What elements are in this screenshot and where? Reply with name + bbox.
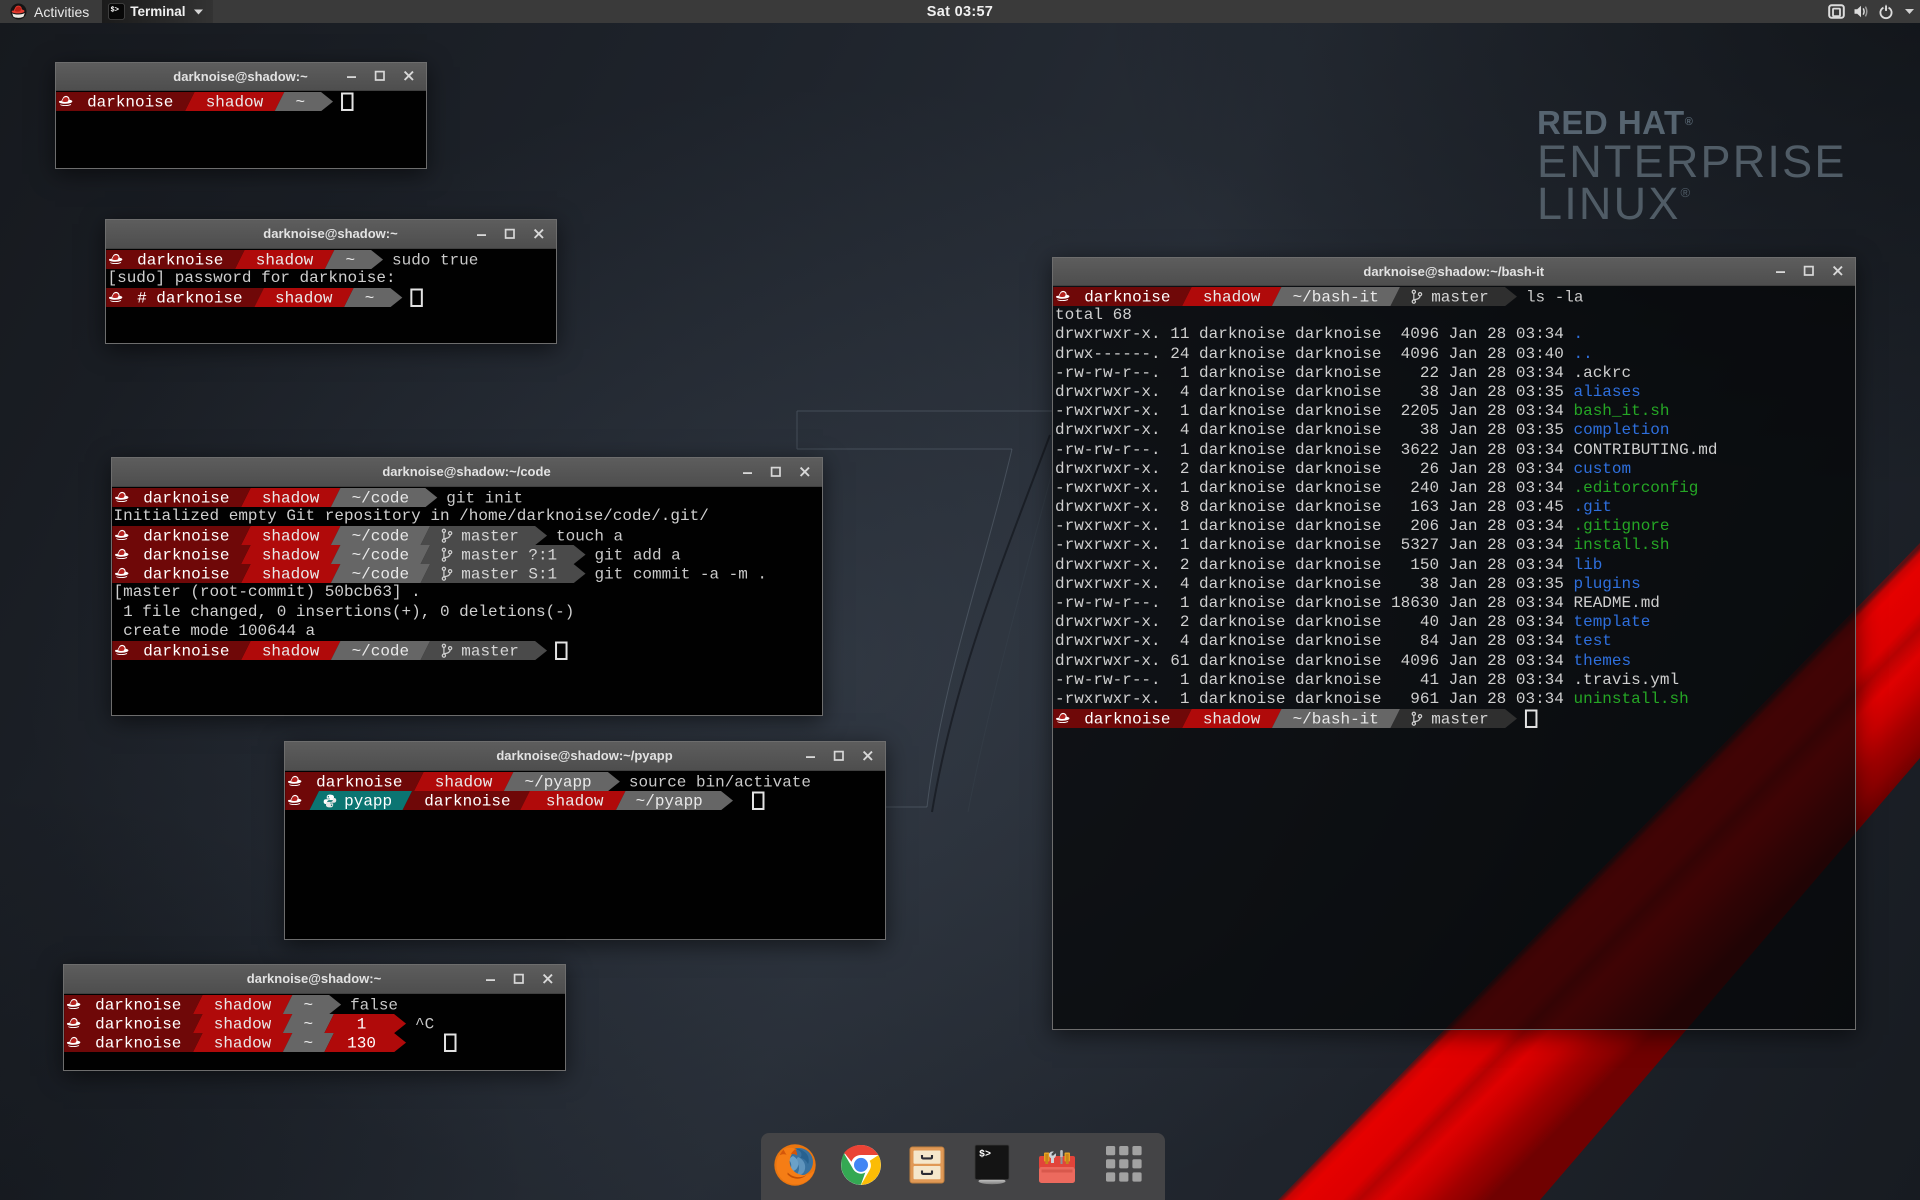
svg-text:shadow: shadow xyxy=(1203,288,1261,306)
svg-text:~/code: ~/code xyxy=(351,546,409,564)
svg-text:darknoise: darknoise xyxy=(143,566,229,584)
svg-text:~/code: ~/code xyxy=(351,642,409,660)
svg-text:~/bash-it: ~/bash-it xyxy=(1293,288,1379,306)
svg-text:shadow: shadow xyxy=(545,792,603,810)
svg-text:~: ~ xyxy=(364,289,374,307)
svg-text:~: ~ xyxy=(303,1034,313,1052)
svg-text:darknoise: darknoise xyxy=(143,527,229,545)
svg-text:~/code: ~/code xyxy=(351,566,409,584)
svg-text:darknoise: darknoise xyxy=(95,1015,181,1033)
svg-text:sudo true: sudo true xyxy=(392,251,478,269)
svg-text:shadow: shadow xyxy=(434,773,492,791)
svg-text:source bin/activate: source bin/activate xyxy=(628,773,810,791)
svg-text:shadow: shadow xyxy=(205,93,263,111)
svg-text:shadow: shadow xyxy=(261,546,319,564)
svg-text:shadow: shadow xyxy=(213,996,271,1014)
svg-text:~: ~ xyxy=(295,93,305,111)
svg-text:darknoise: darknoise xyxy=(95,1034,181,1052)
svg-text:shadow: shadow xyxy=(261,642,319,660)
svg-text:darknoise: darknoise xyxy=(95,996,181,1014)
svg-text:~/bash-it: ~/bash-it xyxy=(1293,711,1379,729)
svg-text:git commit -a -m .: git commit -a -m . xyxy=(594,566,766,584)
svg-text:master: master xyxy=(461,527,519,545)
svg-text:darknoise: darknoise xyxy=(424,792,510,810)
svg-text:git add a: git add a xyxy=(594,546,681,564)
svg-text:~: ~ xyxy=(345,251,355,269)
svg-text:git init: git init xyxy=(446,489,523,507)
svg-text:master: master xyxy=(1431,711,1489,729)
svg-text:shadow: shadow xyxy=(261,527,319,545)
svg-text:darknoise: darknoise xyxy=(143,546,229,564)
svg-text:shadow: shadow xyxy=(255,251,313,269)
svg-text:shadow: shadow xyxy=(261,489,319,507)
svg-text:darknoise: darknoise xyxy=(137,251,223,269)
svg-text:master: master xyxy=(461,642,519,660)
svg-text:darknoise: darknoise xyxy=(1084,711,1170,729)
svg-text:darknoise: darknoise xyxy=(316,773,402,791)
svg-text:^C: ^C xyxy=(415,1015,434,1033)
svg-text:darknoise: darknoise xyxy=(143,489,229,507)
svg-text:darknoise: darknoise xyxy=(143,642,229,660)
svg-text:# darknoise: # darknoise xyxy=(137,289,242,307)
svg-text:shadow: shadow xyxy=(213,1034,271,1052)
svg-text:$>: $> xyxy=(979,1149,991,1161)
svg-text:shadow: shadow xyxy=(213,1015,271,1033)
svg-text:darknoise: darknoise xyxy=(87,93,173,111)
svg-text:master ?:1: master ?:1 xyxy=(461,546,557,564)
svg-text:touch a: touch a xyxy=(556,527,623,545)
svg-text:master S:1: master S:1 xyxy=(461,566,557,584)
svg-text:master: master xyxy=(1431,288,1489,306)
svg-text:~/code: ~/code xyxy=(351,527,409,545)
svg-text:shadow: shadow xyxy=(275,289,333,307)
svg-text:~: ~ xyxy=(303,996,313,1014)
svg-text:pyapp: pyapp xyxy=(344,792,392,810)
svg-text:~/code: ~/code xyxy=(351,489,409,507)
svg-text:1: 1 xyxy=(356,1015,366,1033)
svg-text:shadow: shadow xyxy=(261,566,319,584)
svg-text:130: 130 xyxy=(347,1034,376,1052)
svg-text:~/pyapp: ~/pyapp xyxy=(524,773,591,791)
svg-text:~/pyapp: ~/pyapp xyxy=(635,792,702,810)
svg-text:false: false xyxy=(350,996,398,1014)
svg-text:shadow: shadow xyxy=(1203,711,1261,729)
svg-text:darknoise: darknoise xyxy=(1084,288,1170,306)
svg-text:~: ~ xyxy=(303,1015,313,1033)
svg-text:ls -la: ls -la xyxy=(1526,288,1584,306)
